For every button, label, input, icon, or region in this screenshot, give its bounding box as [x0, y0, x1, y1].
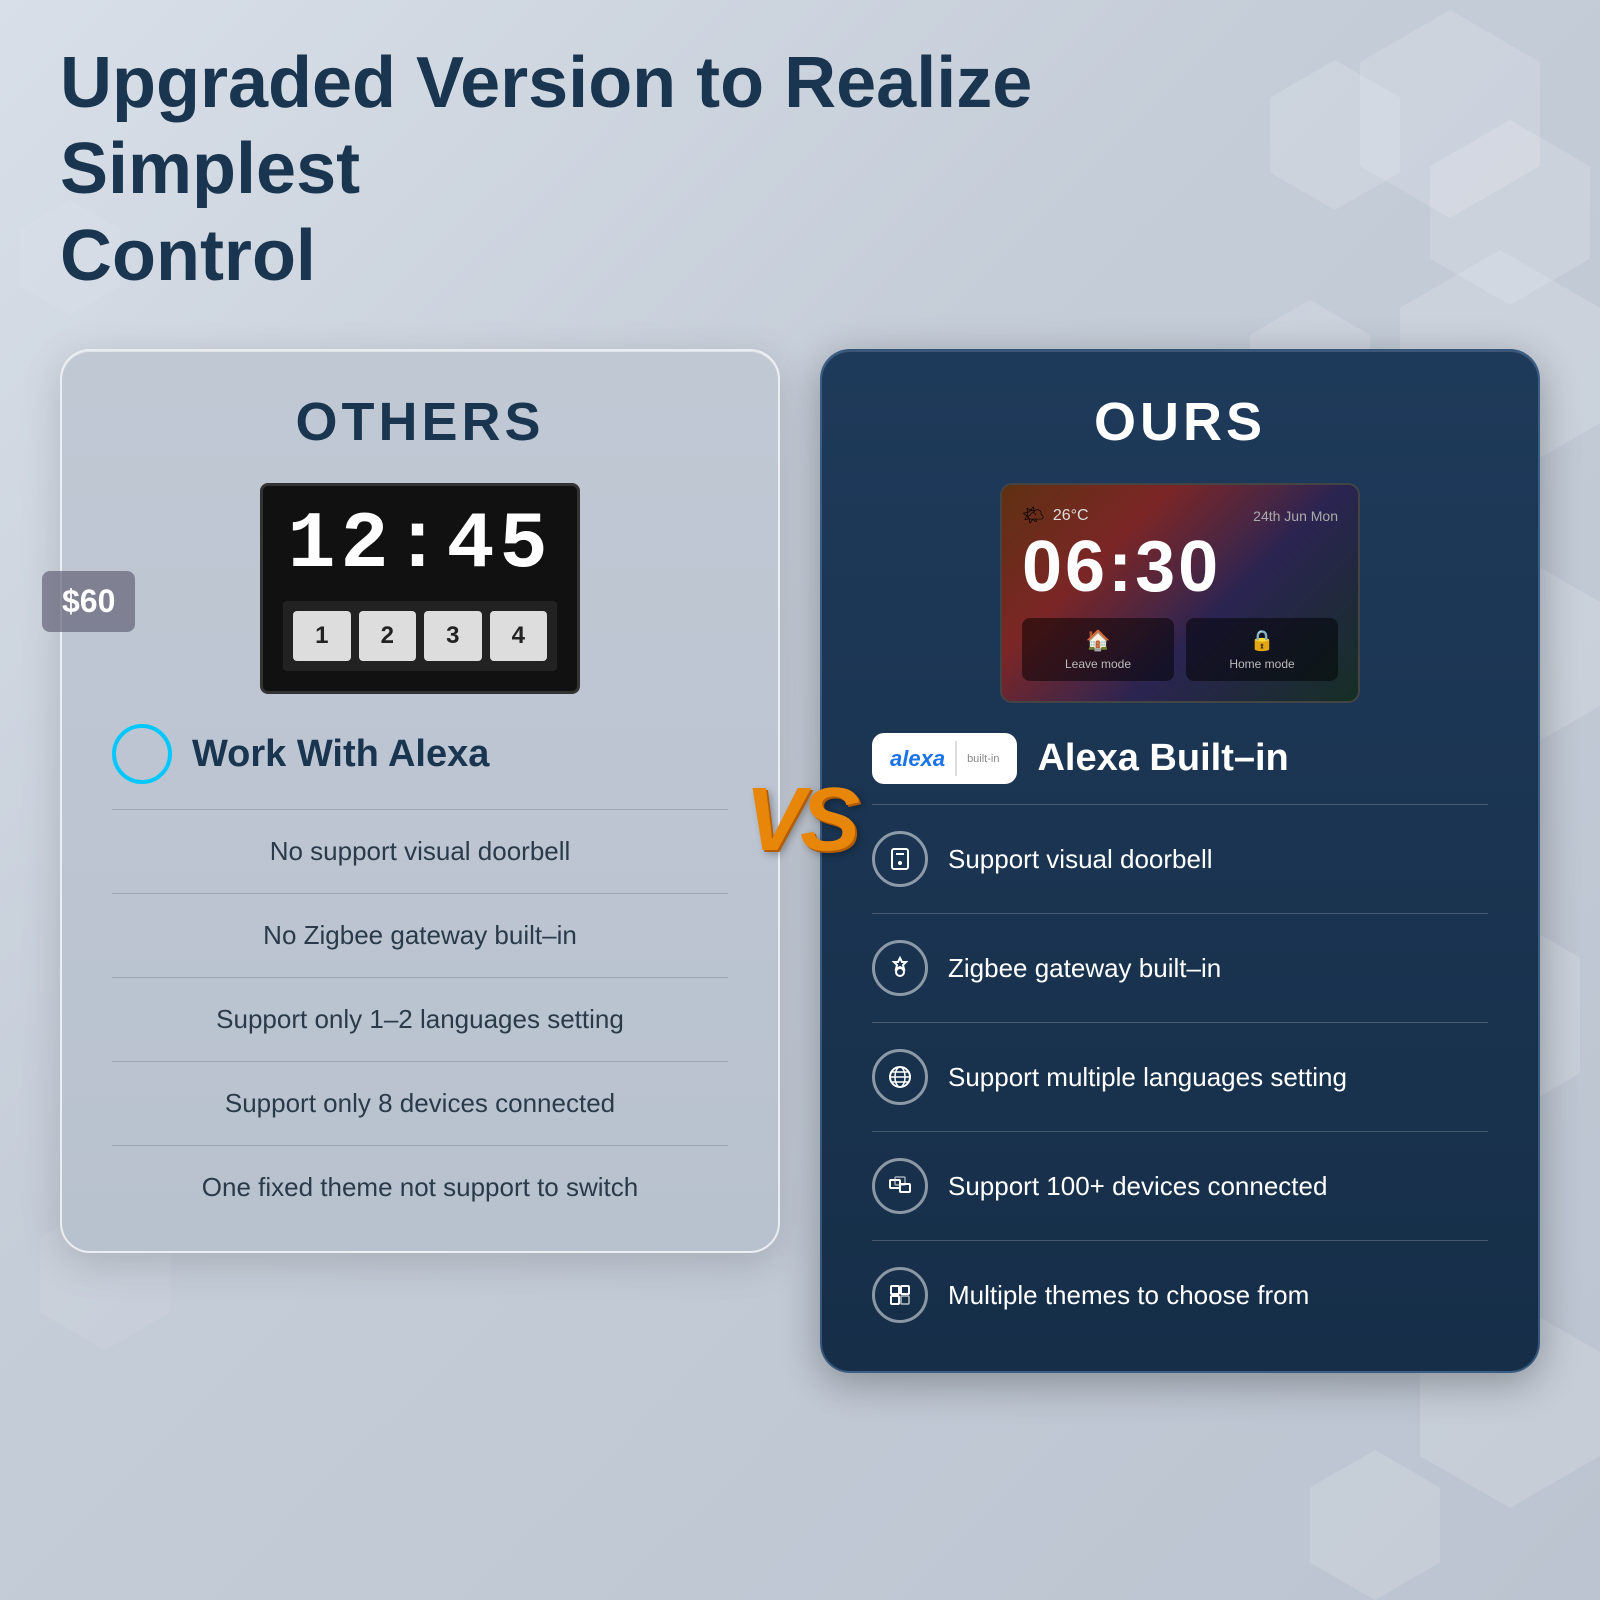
divider-0: [112, 809, 728, 810]
others-clock-display: 12:45 1 2 3 4: [260, 483, 580, 694]
others-btn-4: 4: [490, 611, 548, 661]
others-feature-1: No Zigbee gateway built–in: [112, 912, 728, 959]
ours-divider-4: [872, 1240, 1488, 1241]
ours-features-list: Support visual doorbell Zigbee gateway b…: [872, 804, 1488, 1331]
clock-temp: 26°C: [1053, 507, 1089, 525]
divider-1: [112, 893, 728, 894]
others-feature-4: One fixed theme not support to switch: [112, 1164, 728, 1211]
vs-badge: VS: [745, 769, 855, 872]
alexa-logo: alexa: [890, 746, 945, 772]
others-features-list: No support visual doorbell No Zigbee gat…: [112, 809, 728, 1211]
others-feature-text-3: Support only 8 devices connected: [112, 1088, 728, 1119]
others-feature-text-4: One fixed theme not support to switch: [112, 1172, 728, 1203]
ours-feature-text-0: Support visual doorbell: [948, 844, 1488, 875]
alexa-builtin-badge: alexa built-in: [872, 733, 1017, 784]
alexa-badge-divider: [955, 741, 957, 776]
others-alexa-section: Work With Alexa: [112, 724, 728, 784]
ours-divider-2: [872, 1022, 1488, 1023]
ours-feature-text-1: Zigbee gateway built–in: [948, 953, 1488, 984]
ours-feature-icon-2: [872, 1049, 928, 1105]
leave-mode-btn: 🏠 Leave mode: [1022, 618, 1174, 681]
others-feature-text-1: No Zigbee gateway built–in: [112, 920, 728, 951]
others-feature-2: Support only 1–2 languages setting: [112, 996, 728, 1043]
clock-content: 🌤 26°C 24th Jun Mon 06:30 🏠 Leave mode: [1022, 505, 1338, 681]
price-badge: $60: [42, 571, 135, 632]
ours-clock-display: 🌤 26°C 24th Jun Mon 06:30 🏠 Leave mode: [1000, 483, 1360, 703]
others-feature-text-0: No support visual doorbell: [112, 836, 728, 867]
others-feature-text-2: Support only 1–2 languages setting: [112, 1004, 728, 1035]
divider-2: [112, 977, 728, 978]
main-content: Upgraded Version to Realize Simplest Con…: [0, 0, 1600, 1413]
ours-feature-icon-4: [872, 1267, 928, 1323]
others-btn-1: 1: [293, 611, 351, 661]
ours-feature-icon-3: [872, 1158, 928, 1214]
leave-mode-icon: 🏠: [1037, 628, 1159, 653]
ours-divider-3: [872, 1131, 1488, 1132]
others-feature-0: No support visual doorbell: [112, 828, 728, 875]
clock-top-bar: 🌤 26°C 24th Jun Mon: [1022, 505, 1338, 526]
clock-date: 24th Jun Mon: [1253, 508, 1338, 524]
mode-buttons: 🏠 Leave mode 🔒 Home mode: [1022, 618, 1338, 681]
ours-title: OURS: [872, 391, 1488, 453]
others-alexa-label: Work With Alexa: [192, 733, 489, 776]
leave-mode-label: Leave mode: [1037, 657, 1159, 671]
home-mode-label: Home mode: [1201, 657, 1323, 671]
others-btn-2: 2: [359, 611, 417, 661]
ours-divider-1: [872, 913, 1488, 914]
ours-feature-icon-0: [872, 831, 928, 887]
divider-3: [112, 1061, 728, 1062]
ours-feature-4: Multiple themes to choose from: [872, 1259, 1488, 1331]
ours-feature-3: Support 100+ devices connected: [872, 1150, 1488, 1222]
others-title: OTHERS: [112, 391, 728, 453]
home-mode-btn: 🔒 Home mode: [1186, 618, 1338, 681]
others-clock-time: 12:45: [283, 506, 557, 586]
ours-feature-icon-1: [872, 940, 928, 996]
divider-4: [112, 1145, 728, 1146]
ours-feature-1: Zigbee gateway built–in: [872, 932, 1488, 1004]
others-button-row: 1 2 3 4: [283, 601, 557, 671]
alexa-ring-icon: [112, 724, 172, 784]
home-mode-icon: 🔒: [1201, 628, 1323, 653]
weather-icon: 🌤: [1022, 505, 1045, 526]
ours-alexa-section: alexa built-in Alexa Built–in: [872, 733, 1488, 784]
others-card: $60 OTHERS 12:45 1 2 3 4 Work With Alexa: [60, 349, 780, 1253]
ours-divider-0: [872, 804, 1488, 805]
ours-feature-2: Support multiple languages setting: [872, 1041, 1488, 1113]
ours-clock-time: 06:30: [1022, 531, 1338, 603]
ours-feature-0: Support visual doorbell: [872, 823, 1488, 895]
ours-feature-text-4: Multiple themes to choose from: [948, 1280, 1488, 1311]
ours-feature-text-3: Support 100+ devices connected: [948, 1171, 1488, 1202]
others-btn-3: 3: [424, 611, 482, 661]
others-feature-3: Support only 8 devices connected: [112, 1080, 728, 1127]
ours-card: OURS 🌤 26°C 24th Jun Mon 06:30 🏠: [820, 349, 1540, 1373]
page-title: Upgraded Version to Realize Simplest Con…: [60, 40, 1060, 299]
alexa-builtin-small: built-in: [967, 753, 999, 765]
alexa-builtin-top: built-in: [967, 753, 999, 765]
ours-feature-text-2: Support multiple languages setting: [948, 1062, 1488, 1093]
ours-alexa-label: Alexa Built–in: [1037, 737, 1288, 780]
